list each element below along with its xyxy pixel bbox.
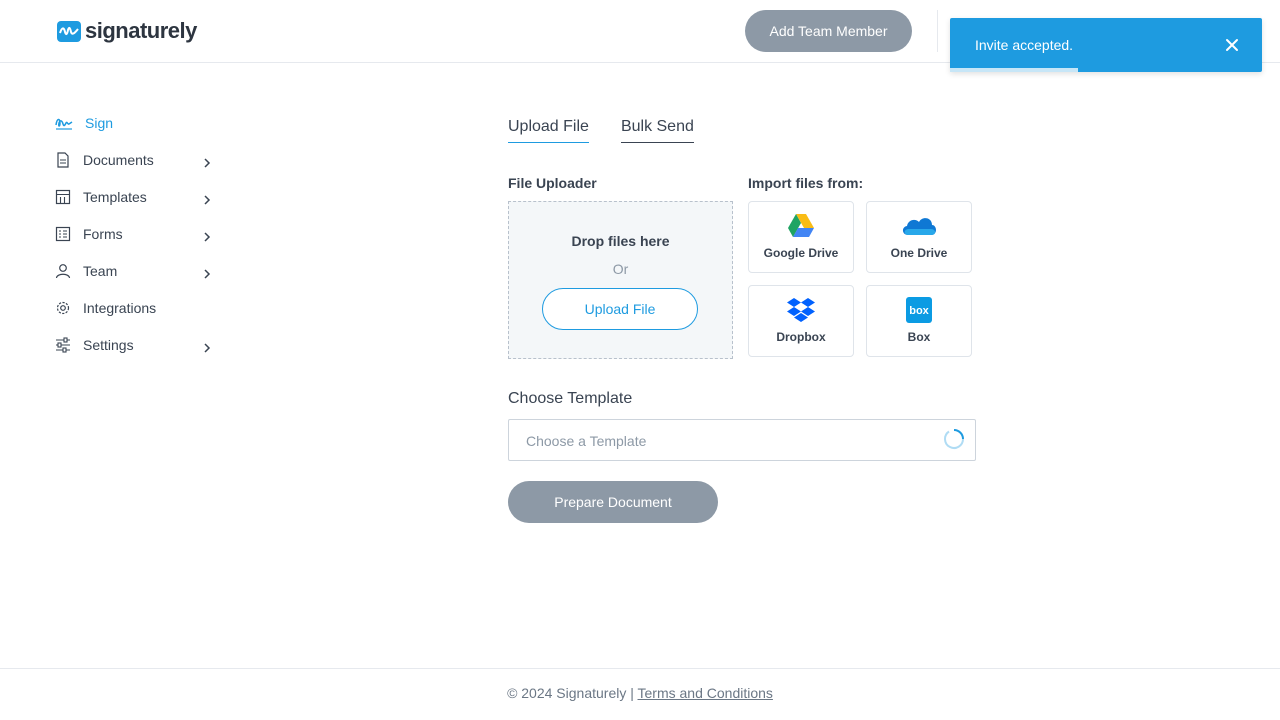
import-dropbox[interactable]: Dropbox [748, 285, 854, 357]
sidebar-item-label: Team [83, 262, 118, 279]
upload-file-button[interactable]: Upload File [542, 288, 698, 330]
footer-text: © 2024 Signaturely | Terms and Condition… [0, 685, 1280, 701]
chevron-right-icon [203, 340, 211, 353]
dropbox-icon [786, 297, 816, 328]
sidebar-item-settings[interactable]: Settings [55, 326, 225, 363]
onedrive-icon [900, 213, 938, 242]
signature-icon [55, 115, 73, 131]
sidebar-item-label: Settings [83, 336, 134, 353]
template-placeholder: Choose a Template [526, 433, 647, 449]
spinner-icon [943, 428, 965, 450]
import-files-title: Import files from: [748, 175, 864, 191]
toast-message: Invite accepted. [975, 37, 1074, 53]
brand-name: signaturely [85, 18, 197, 43]
sidebar-item-sign[interactable]: Sign [55, 104, 225, 141]
sidebar-item-label: Integrations [83, 299, 157, 316]
document-icon [55, 151, 71, 168]
google-drive-label: Google Drive [763, 246, 839, 260]
templates-icon [55, 189, 71, 205]
toast-notification: Invite accepted. [950, 18, 1262, 72]
chevron-right-icon [203, 155, 211, 168]
template-select[interactable]: Choose a Template [508, 419, 976, 461]
close-icon[interactable] [1224, 37, 1240, 53]
drop-files-text: Drop files here [571, 233, 670, 249]
import-one-drive[interactable]: One Drive [866, 201, 972, 273]
user-icon [55, 263, 71, 279]
box-icon: box [906, 297, 932, 328]
sidebar-item-templates[interactable]: Templates [55, 178, 225, 215]
footer: © 2024 Signaturely | Terms and Condition… [0, 668, 1280, 720]
prepare-document-button[interactable]: Prepare Document [508, 481, 718, 523]
forms-icon [55, 226, 71, 242]
sidebar-item-forms[interactable]: Forms [55, 215, 225, 252]
header-divider [937, 10, 938, 52]
signaturely-logo[interactable]: signaturely [57, 19, 197, 43]
chevron-right-icon [203, 266, 211, 279]
one-drive-label: One Drive [890, 246, 948, 260]
svg-text:box: box [909, 305, 929, 317]
gear-icon [55, 300, 71, 316]
sidebar-nav: Sign Documents Templates Forms Team Inte… [55, 104, 225, 363]
tab-upload-file[interactable]: Upload File [508, 118, 589, 143]
sidebar-item-label: Forms [83, 225, 123, 242]
sidebar-item-documents[interactable]: Documents [55, 141, 225, 178]
signaturely-logo-icon [57, 20, 81, 42]
dropbox-label: Dropbox [776, 330, 826, 344]
sidebar-item-label: Sign [85, 114, 114, 131]
import-google-drive[interactable]: Google Drive [748, 201, 854, 273]
sidebar-item-label: Templates [83, 188, 147, 205]
or-text: Or [612, 261, 629, 277]
chevron-right-icon [203, 192, 211, 205]
sidebar-item-integrations[interactable]: Integrations [55, 289, 225, 326]
file-uploader-title: File Uploader [508, 175, 597, 191]
add-team-member-button[interactable]: Add Team Member [745, 10, 912, 52]
copyright-text: © 2024 Signaturely | [507, 685, 634, 701]
import-box[interactable]: box Box [866, 285, 972, 357]
tab-bulk-send[interactable]: Bulk Send [620, 118, 694, 143]
toast-progress-bar [950, 68, 1078, 72]
sliders-icon [55, 336, 71, 353]
chevron-right-icon [203, 229, 211, 242]
file-dropzone[interactable]: Drop files here Or Upload File [508, 201, 733, 359]
box-label: Box [907, 330, 931, 344]
upload-tabs: Upload File Bulk Send [508, 118, 694, 143]
sidebar-item-team[interactable]: Team [55, 252, 225, 289]
google-drive-icon [787, 213, 815, 243]
choose-template-title: Choose Template [508, 390, 633, 407]
sidebar-item-label: Documents [83, 151, 154, 168]
terms-link[interactable]: Terms and Conditions [638, 685, 773, 701]
